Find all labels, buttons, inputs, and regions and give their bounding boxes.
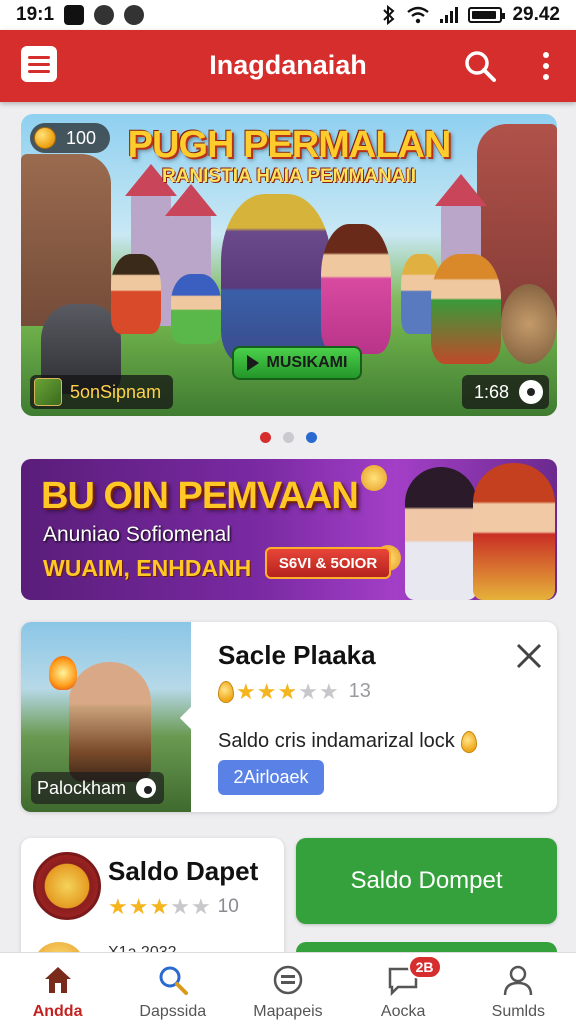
profile-icon <box>504 965 533 996</box>
play-icon <box>246 355 259 371</box>
game-name-pill[interactable]: 5onSipnam <box>30 375 174 409</box>
search-icon[interactable] <box>462 48 498 84</box>
fire-icon <box>49 656 77 690</box>
notification-icon <box>64 5 85 25</box>
nav-item-profile[interactable]: Sumlds <box>461 953 576 1024</box>
hero-subtitle: RANISTIA HAIA PEMMANAII <box>161 166 417 187</box>
carousel-dot[interactable] <box>305 432 317 443</box>
star-icon: ★ <box>190 894 211 919</box>
hero-character <box>111 254 161 334</box>
coin-decoration <box>361 465 387 491</box>
play-button[interactable]: MUSIKAMI <box>232 346 362 380</box>
star-rating: ★ ★ ★ ★ ★ <box>108 896 211 918</box>
nav-item-home[interactable]: Andda <box>0 953 115 1024</box>
rating-count: 10 <box>217 896 239 917</box>
game-card-rating: ★ ★ ★ ★ ★ 13 <box>218 680 371 703</box>
nav-item-search[interactable]: Dapssida <box>115 953 230 1024</box>
star-icon: ★ <box>277 678 298 704</box>
star-icon: ★ <box>298 678 318 704</box>
wallet-card[interactable]: Saldo Dapet ★ ★ ★ ★ ★ 10 X1a 2032 <box>21 838 284 958</box>
star-icon: ★ <box>170 894 190 919</box>
home-icon <box>44 967 71 993</box>
wallet-card-rating: ★ ★ ★ ★ ★ 10 <box>108 896 239 918</box>
nav-item-messages[interactable]: 2B Aocka <box>346 953 461 1024</box>
nav-label: Sumlds <box>491 1003 546 1020</box>
close-icon[interactable] <box>513 640 545 672</box>
app-header: Inagdanaiah <box>0 30 576 102</box>
girl-character <box>321 224 391 354</box>
game-card[interactable]: Palockham Sacle Plaaka ★ ★ ★ ★ ★ 13 Saldo cr… <box>21 622 557 812</box>
status-time: 19:1 <box>16 4 55 25</box>
chat-icon <box>273 965 303 995</box>
warrior-character <box>221 194 331 364</box>
star-icon: ★ <box>128 894 149 919</box>
game-card-description: Saldo cris indamarizal lock <box>218 730 477 753</box>
promo-character-2 <box>473 463 555 600</box>
wallet-card-title: Saldo Dapet <box>108 856 259 886</box>
nav-label: Dapssida <box>139 1003 207 1020</box>
rating-count: 13 <box>348 680 371 702</box>
play-label: MUSIKAMI <box>266 354 348 371</box>
more-options-button[interactable] <box>534 48 558 84</box>
promo-title: BU OIN PEMVAAN <box>41 475 359 517</box>
app-notification-icon-2 <box>124 5 145 25</box>
game-card-title: Sacle Plaaka <box>218 640 376 670</box>
game-thumbnail <box>34 378 62 406</box>
star-icon: ★ <box>236 678 256 704</box>
signal-icon <box>440 7 459 23</box>
bottom-navigation: Andda Dapssida Mapapeis 2B Aocka Sumlds <box>0 952 576 1024</box>
star-rating: ★ ★ ★ ★ ★ <box>236 678 339 704</box>
notification-badge: 2B <box>407 955 442 979</box>
nav-item-chat[interactable]: Mapapeis <box>230 953 345 1024</box>
nav-label: Andda <box>32 1003 83 1020</box>
star-icon: ★ <box>318 678 339 704</box>
archer-character <box>431 254 501 364</box>
kid-character <box>171 274 221 344</box>
game-card-image: Palockham <box>21 622 191 812</box>
status-bar: 19:1 29.42 <box>0 0 576 30</box>
wallet-avatar <box>33 852 101 920</box>
nav-label: Aocka <box>380 1003 426 1020</box>
game-name: 5onSipnam <box>70 381 162 402</box>
description-text: Saldo cris indamarizal lock <box>218 730 455 752</box>
star-icon: ★ <box>256 678 277 704</box>
nav-label: Mapapeis <box>253 1003 323 1020</box>
log-decoration <box>501 284 557 364</box>
hero-banner[interactable]: 100 PUGH PERMALAN RANISTIA HAIA PEMMANAI… <box>21 114 557 416</box>
game-time: 1:68 <box>473 381 509 402</box>
carousel-dot[interactable] <box>259 432 271 443</box>
search-icon <box>159 966 188 995</box>
drop-icon <box>218 680 234 703</box>
star-icon: ★ <box>149 894 170 919</box>
game-card-image-label: Palockham <box>31 772 165 804</box>
image-label-text: Palockham <box>37 777 127 798</box>
app-notification-icon <box>94 5 115 25</box>
promo-character-1 <box>405 467 477 600</box>
hero-title: PUGH PERMALAN <box>127 124 452 166</box>
battery-icon <box>468 7 506 23</box>
promo-banner[interactable]: BU OIN PEMVAAN Anuniao Sofiomenal WUAIM,… <box>21 459 557 600</box>
drop-icon <box>460 730 477 753</box>
bluetooth-icon <box>383 5 395 25</box>
disc-icon <box>519 380 543 404</box>
game-card-character <box>69 662 151 782</box>
carousel-indicator[interactable] <box>0 432 576 443</box>
star-icon: ★ <box>108 894 128 919</box>
wifi-icon <box>407 6 430 24</box>
carousel-dot[interactable] <box>282 432 294 443</box>
status-clock: 29.42 <box>512 4 560 25</box>
time-pill: 1:68 <box>461 375 549 409</box>
promo-subtitle-2: WUAIM, ENHDANH <box>43 555 252 581</box>
game-card-tag[interactable]: 2Airloaek <box>218 760 324 795</box>
promo-subtitle: Anuniao Sofiomenal <box>43 523 231 546</box>
disc-icon <box>136 778 157 798</box>
promo-button[interactable]: S6VI & 5OIOR <box>265 547 391 579</box>
wallet-balance-button[interactable]: Saldo Dompet <box>296 838 557 924</box>
status-indicators: 29.42 <box>382 4 560 26</box>
